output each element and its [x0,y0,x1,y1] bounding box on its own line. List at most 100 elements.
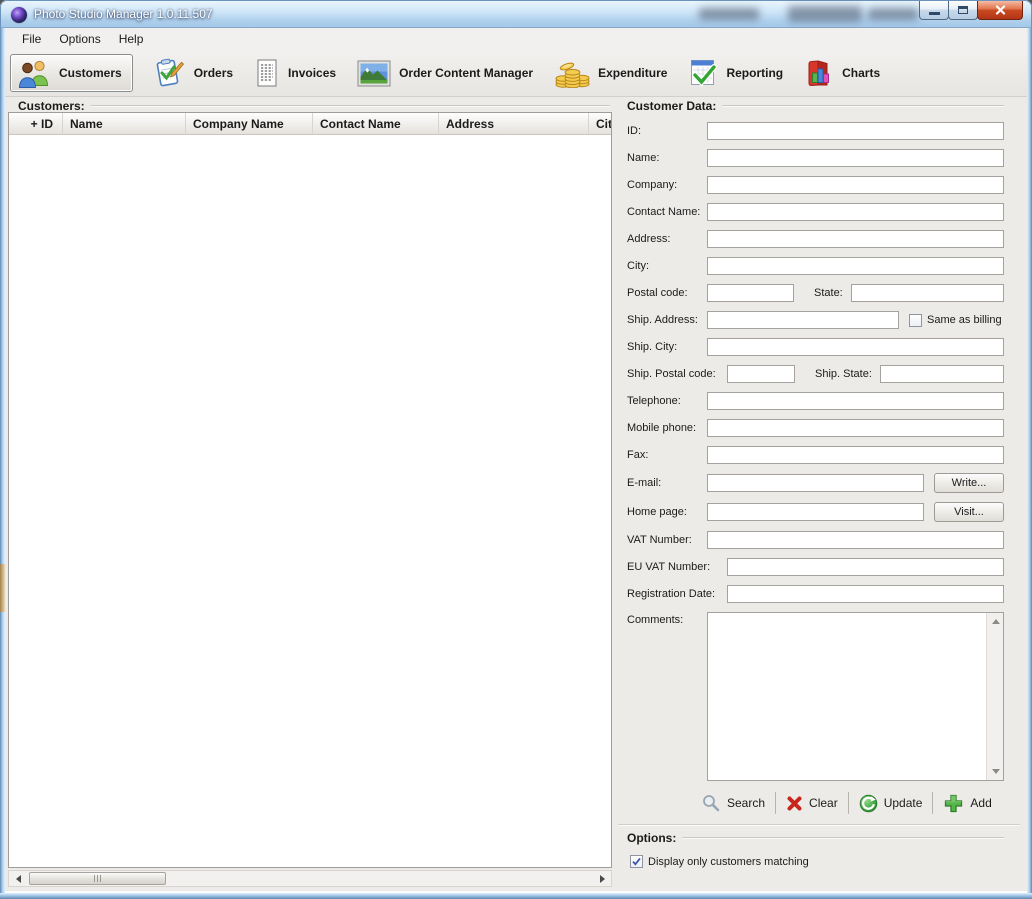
column-header-contact-name[interactable]: Contact Name [313,113,439,134]
display-only-matching-label: Display only customers matching [648,855,809,868]
minimize-button[interactable] [919,1,949,20]
app-icon [11,7,27,23]
write-email-button[interactable]: Write... [934,473,1004,493]
ship-state-label: Ship. State: [815,368,872,380]
options-section-title: Options: [627,831,677,845]
id-input[interactable] [707,122,1004,140]
column-header-id[interactable]: + ID [9,113,63,134]
check-icon [632,857,641,866]
window-controls [919,1,1023,20]
customer-data-title: Customer Data: [627,99,717,113]
eu-vat-number-label: EU VAT Number: [627,561,711,573]
window-border-left [0,28,5,899]
telephone-input[interactable] [707,392,1004,410]
contact-name-input[interactable] [707,203,1004,221]
charts-icon [808,60,830,87]
checkbox-box-checked[interactable] [630,855,643,868]
comments-textarea[interactable] [708,613,986,780]
blurred-text [699,8,759,20]
blurred-text [868,8,918,20]
scroll-right-button[interactable] [594,871,610,886]
registration-date-label: Registration Date: [627,588,716,600]
fax-input[interactable] [707,446,1004,464]
close-icon [995,5,1005,15]
state-label: State: [814,287,843,299]
ship-address-label: Ship. Address: [627,314,698,326]
name-input[interactable] [707,149,1004,167]
section-divider [90,105,610,107]
state-input[interactable] [850,284,1004,302]
address-label: Address: [627,233,671,245]
column-header-address[interactable]: Address [439,113,589,134]
mobile-phone-input[interactable] [707,419,1004,437]
customers-section-header: Customers: [18,99,610,113]
display-only-matching-checkbox[interactable]: Display only customers matching [630,855,1004,868]
add-button[interactable]: Add [933,793,1001,814]
registration-date-input[interactable] [727,585,1004,603]
arrow-down-icon [991,769,1000,778]
toolbar-label: Reporting [726,66,784,80]
toolbar-reporting-button[interactable]: Reporting [688,58,783,88]
toolbar-charts-button[interactable]: Charts [804,58,880,88]
toolbar-invoices-button[interactable]: Invoices [254,58,336,88]
company-label: Company: [627,179,678,191]
toolbar-label: Orders [193,66,234,80]
ship-state-input[interactable] [879,365,1004,383]
comments-label: Comments: [627,614,684,626]
window-title: Photo Studio Manager 1.0.11.507 [34,7,213,21]
update-button[interactable]: Update [849,794,933,813]
toolbar-order-content-manager-button[interactable]: Order Content Manager [357,60,533,87]
menu-file[interactable]: File [13,29,50,49]
customers-table: + ID Name Company Name Contact Name Addr… [8,112,612,868]
window-border-right [1027,28,1032,899]
scroll-up-button[interactable] [988,614,1003,629]
plus-icon [945,794,963,812]
same-as-billing-checkbox[interactable]: Same as billing [909,313,1002,327]
email-label: E-mail: [627,477,662,489]
toolbar-expenditure-button[interactable]: Expenditure [554,58,667,88]
table-header: + ID Name Company Name Contact Name Addr… [9,113,611,135]
table-body-empty[interactable] [9,135,611,867]
visit-home-page-button[interactable]: Visit... [934,502,1004,522]
comments-field [707,612,1004,781]
checkbox-box-unchecked[interactable] [909,313,922,327]
maximize-icon [958,6,968,14]
vat-number-input[interactable] [707,531,1004,549]
email-input[interactable] [707,474,924,492]
main-content: Customers: + ID Name Company Name Contac… [5,98,1027,893]
eu-vat-number-input[interactable] [727,558,1004,576]
scroll-down-button[interactable] [988,764,1003,779]
city-input[interactable] [707,257,1004,275]
ship-city-input[interactable] [707,338,1004,356]
menu-help[interactable]: Help [110,29,153,49]
menu-options[interactable]: Options [50,29,109,49]
address-input[interactable] [707,230,1004,248]
toolbar-customers-button[interactable]: Customers [10,54,133,92]
menubar: File Options Help [5,28,1027,50]
column-header-name[interactable]: Name [63,113,186,134]
search-button[interactable]: Search [691,794,775,812]
close-button[interactable] [977,1,1023,20]
horizontal-scrollbar[interactable] [8,870,612,887]
customers-icon [18,60,49,88]
orders-icon [156,58,184,87]
column-header-company-name[interactable]: Company Name [186,113,313,134]
invoices-icon [257,59,277,87]
clear-button[interactable]: Clear [776,795,848,812]
telephone-label: Telephone: [627,395,681,407]
maximize-button[interactable] [948,1,978,20]
customer-data-header: Customer Data: [627,99,1004,113]
home-page-input[interactable] [707,503,924,521]
scrollbar-thumb[interactable] [29,872,166,885]
comments-scrollbar[interactable] [986,613,1003,780]
column-header-city[interactable]: City [589,113,611,134]
ship-address-input[interactable] [707,311,899,329]
customers-panel: Customers: + ID Name Company Name Contac… [5,98,616,893]
company-input[interactable] [707,176,1004,194]
scroll-left-button[interactable] [10,871,26,886]
ship-postal-code-input[interactable] [727,365,795,383]
postal-code-input[interactable] [707,284,794,302]
customers-section-title: Customers: [18,99,85,113]
toolbar-orders-button[interactable]: Orders [154,58,233,88]
fax-label: Fax: [627,449,649,461]
